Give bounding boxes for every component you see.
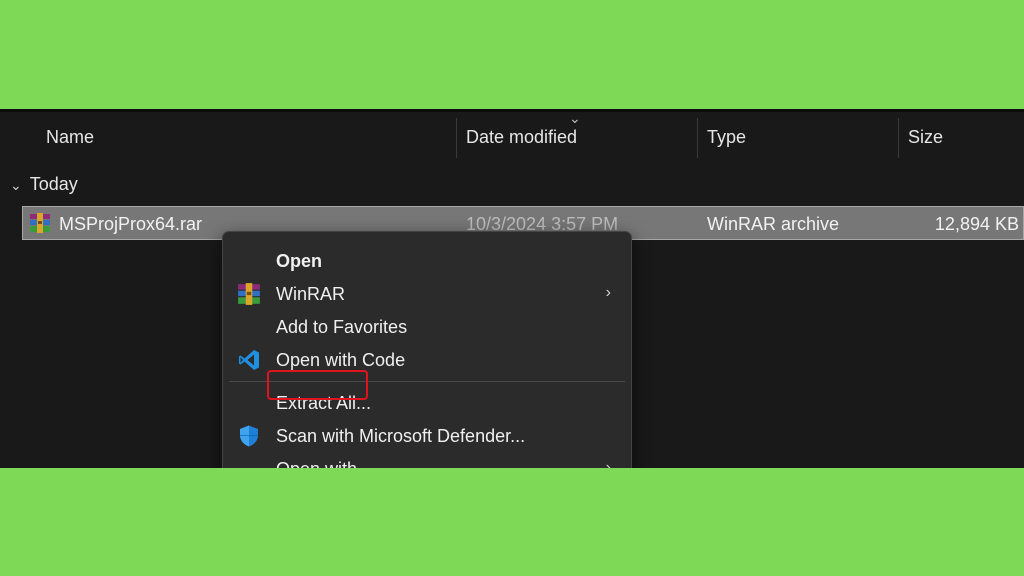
menu-item-label: Add to Favorites xyxy=(276,317,408,337)
winrar-icon xyxy=(238,283,260,305)
file-name: MSProjProx64.rar xyxy=(59,214,203,234)
winrar-icon xyxy=(30,213,50,233)
menu-item-open[interactable]: Open xyxy=(223,245,629,277)
chevron-right-icon: › xyxy=(605,284,611,301)
column-header-name[interactable]: Name xyxy=(46,127,94,148)
vscode-icon xyxy=(239,350,259,370)
group-header-today[interactable]: ⌄ Today xyxy=(10,174,78,195)
file-type: WinRAR archive xyxy=(707,214,840,234)
chevron-down-icon: ⌄ xyxy=(10,177,22,193)
defender-shield-icon xyxy=(240,425,258,447)
file-size: 12,894 KB xyxy=(934,214,1019,234)
column-header-date-modified[interactable]: Date modified xyxy=(466,127,577,148)
group-label: Today xyxy=(29,174,78,194)
chevron-right-icon: › xyxy=(605,459,611,468)
column-header-type[interactable]: Type xyxy=(707,127,746,148)
menu-item-winrar[interactable]: WinRAR › xyxy=(223,278,629,310)
column-header-bar: Name ⌄ Date modified Type Size xyxy=(0,112,1024,158)
menu-item-open-with[interactable]: Open with › xyxy=(223,453,629,468)
extract-all-highlight-box xyxy=(267,370,368,400)
column-divider[interactable] xyxy=(697,118,698,158)
column-divider[interactable] xyxy=(456,118,457,158)
context-menu: Open WinRAR › Add to Favorites Open with… xyxy=(222,231,632,468)
menu-item-label: WinRAR xyxy=(276,284,346,304)
menu-item-scan-with-defender[interactable]: Scan with Microsoft Defender... xyxy=(223,420,629,452)
column-divider[interactable] xyxy=(898,118,899,158)
menu-item-add-to-favorites[interactable]: Add to Favorites xyxy=(223,311,629,343)
menu-item-label: Open with xyxy=(276,459,357,468)
menu-item-label: Open with Code xyxy=(276,350,406,370)
file-explorer-window: Name ⌄ Date modified Type Size ⌄ Today MS… xyxy=(0,109,1024,468)
sort-descending-icon: ⌄ xyxy=(569,110,581,126)
column-header-size[interactable]: Size xyxy=(908,127,943,148)
menu-item-label: Scan with Microsoft Defender... xyxy=(276,426,526,446)
menu-item-label: Open xyxy=(276,251,323,271)
